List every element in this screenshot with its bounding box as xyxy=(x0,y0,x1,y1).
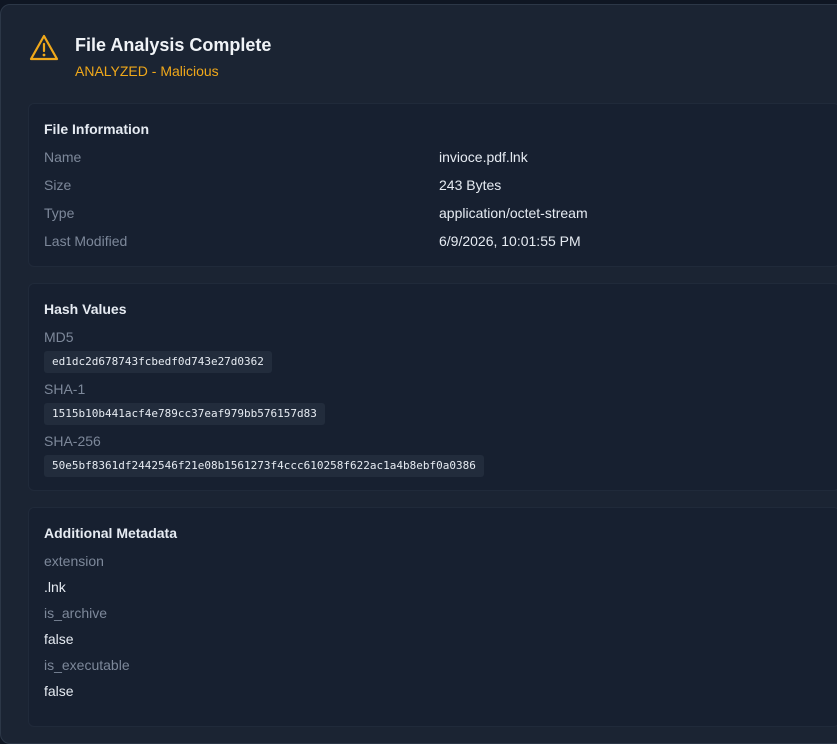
type-value: application/octet-stream xyxy=(439,205,588,221)
analysis-header: File Analysis Complete ANALYZED - Malici… xyxy=(29,33,829,85)
is-archive-value: false xyxy=(44,631,74,647)
sha1-label: SHA-1 xyxy=(44,381,86,397)
sha256-label: SHA-256 xyxy=(44,433,101,449)
last-modified-label: Last Modified xyxy=(44,233,128,249)
last-modified-value: 6/9/2026, 10:01:55 PM xyxy=(439,233,581,249)
size-value: 243 Bytes xyxy=(439,177,502,193)
name-label: Name xyxy=(44,149,82,165)
type-label: Type xyxy=(44,205,75,221)
analysis-panel: File Analysis Complete ANALYZED - Malici… xyxy=(0,4,837,744)
extension-label: extension xyxy=(44,553,104,569)
additional-metadata-title: Additional Metadata xyxy=(44,525,178,541)
sha256-value[interactable]: 50e5bf8361df2442546f21e08b1561273f4ccc61… xyxy=(44,455,484,477)
md5-value[interactable]: ed1dc2d678743fcbedf0d743e27d0362 xyxy=(44,351,272,373)
is-executable-label: is_executable xyxy=(44,657,130,673)
md5-label: MD5 xyxy=(44,329,74,345)
file-information-card: File Information Name invioce.pdf.lnk Si… xyxy=(28,103,837,267)
hash-values-title: Hash Values xyxy=(44,301,127,317)
is-archive-label: is_archive xyxy=(44,605,108,621)
status-text: ANALYZED - Malicious xyxy=(75,63,219,79)
page-title: File Analysis Complete xyxy=(75,35,272,55)
size-label: Size xyxy=(44,177,72,193)
is-executable-value: false xyxy=(44,683,74,699)
additional-metadata-card: Additional Metadata extension .lnk is_ar… xyxy=(28,507,837,727)
extension-value: .lnk xyxy=(44,579,66,595)
file-information-title: File Information xyxy=(44,121,149,137)
hash-values-card: Hash Values MD5 ed1dc2d678743fcbedf0d743… xyxy=(28,283,837,491)
name-value: invioce.pdf.lnk xyxy=(439,149,528,165)
warning-triangle-icon xyxy=(29,34,59,61)
sha1-value[interactable]: 1515b10b441acf4e789cc37eaf979bb576157d83 xyxy=(44,403,325,425)
